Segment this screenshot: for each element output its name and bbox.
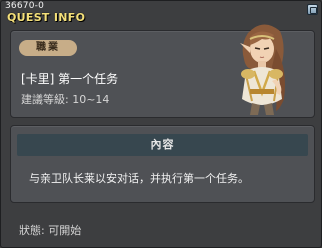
quest-info-window: 36670-0 QUEST INFO 職業 [卡里] 第一个任务 建議等級: 1… [0,0,322,248]
job-quest-name: [卡里] 第一个任务 [21,72,119,86]
window-title: QUEST INFO [7,11,86,24]
content-header: 內容 [17,134,308,156]
content-panel: 內容 与亲卫队长莱以安对话，并执行第一个任务。 [10,125,315,203]
close-icon[interactable] [307,4,318,15]
content-description: 与亲卫队长莱以安对话，并执行第一个任务。 [29,172,249,185]
job-badge: 職業 [19,40,77,56]
quest-status: 狀態: 可開始 [19,224,82,237]
recommended-level: 建議等級: 10~14 [21,93,110,106]
npc-portrait [240,24,285,115]
